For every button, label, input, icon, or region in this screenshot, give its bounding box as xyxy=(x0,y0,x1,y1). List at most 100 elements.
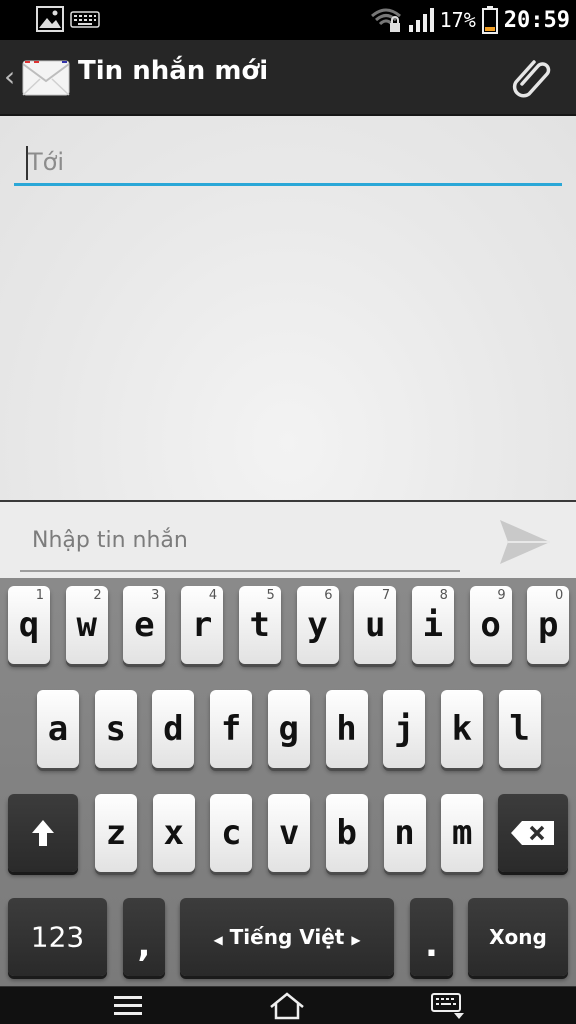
key-v[interactable]: v xyxy=(268,794,311,872)
key-f[interactable]: f xyxy=(210,690,253,768)
key-p[interactable]: p0 xyxy=(527,586,570,664)
key-label: x xyxy=(163,813,184,853)
shift-arrow-icon xyxy=(32,820,54,846)
key-h[interactable]: h xyxy=(325,690,368,768)
compose-bar: Nhập tin nhắn xyxy=(0,500,576,578)
key-label: q xyxy=(18,605,40,645)
page-title: Tin nhắn mới xyxy=(78,56,269,86)
send-icon[interactable] xyxy=(496,516,554,568)
keyboard-hide-icon[interactable] xyxy=(428,991,468,1021)
key-r[interactable]: r4 xyxy=(181,586,224,664)
comma-key-label: , xyxy=(137,924,151,965)
status-left-icons xyxy=(36,6,100,32)
menu-icon[interactable] xyxy=(108,991,148,1021)
keyboard-icon xyxy=(70,11,100,28)
key-label: n xyxy=(394,813,415,853)
key-hint: 3 xyxy=(151,588,160,603)
key-x[interactable]: x xyxy=(152,794,195,872)
key-label: b xyxy=(336,813,358,853)
done-key-label: Xong xyxy=(489,925,547,949)
paperclip-icon[interactable] xyxy=(508,54,556,102)
language-left-arrow-icon: ◀ xyxy=(213,933,223,947)
key-z[interactable]: z xyxy=(95,794,137,872)
home-icon[interactable] xyxy=(267,991,307,1021)
key-b[interactable]: b xyxy=(325,794,368,872)
key-hint: 1 xyxy=(35,588,44,603)
backspace-icon xyxy=(511,821,554,845)
recipient-input[interactable]: Tới xyxy=(14,144,562,186)
key-i[interactable]: i8 xyxy=(411,586,454,664)
key-label: e xyxy=(134,605,155,645)
key-c[interactable]: c xyxy=(210,794,253,872)
key-a[interactable]: a xyxy=(37,690,79,768)
key-label: c xyxy=(221,813,242,853)
key-u[interactable]: u7 xyxy=(354,586,397,664)
key-q[interactable]: q1 xyxy=(8,586,50,664)
key-e[interactable]: e3 xyxy=(123,586,166,664)
key-o[interactable]: o9 xyxy=(469,586,512,664)
recipient-area: Tới xyxy=(0,116,576,500)
numbers-key[interactable]: 123 xyxy=(8,898,107,976)
key-label: a xyxy=(47,709,69,749)
numbers-key-label: 123 xyxy=(30,920,85,954)
key-hint: 9 xyxy=(497,588,506,603)
keyboard: q1w2e3r4t5y6u7i8o9p0 asdfghjkl zxcvbnm 1… xyxy=(0,578,576,986)
key-n[interactable]: n xyxy=(383,794,426,872)
key-label: m xyxy=(451,813,473,853)
key-label: g xyxy=(278,709,300,749)
period-key[interactable]: . xyxy=(410,898,453,976)
key-y[interactable]: y6 xyxy=(296,586,339,664)
navigation-bar xyxy=(0,986,576,1024)
key-w[interactable]: w2 xyxy=(65,586,108,664)
key-hint: 4 xyxy=(208,588,218,603)
key-t[interactable]: t5 xyxy=(238,586,281,664)
key-hint: 7 xyxy=(381,588,391,603)
space-key-content: ◀ Tiếng Việt ▶ xyxy=(180,925,394,949)
status-bar: 17% 20:59 xyxy=(0,0,576,40)
key-d[interactable]: d xyxy=(152,690,195,768)
key-hint: 8 xyxy=(439,588,448,603)
key-hint: 5 xyxy=(266,588,275,603)
key-label: d xyxy=(163,709,184,749)
chevron-left-icon[interactable]: ‹ xyxy=(4,60,15,93)
key-label: s xyxy=(105,709,126,749)
key-g[interactable]: g xyxy=(267,690,310,768)
key-hint: 6 xyxy=(324,588,333,603)
key-m[interactable]: m xyxy=(441,794,484,872)
key-label: r xyxy=(191,605,213,645)
key-label: k xyxy=(451,709,473,749)
key-hint: 0 xyxy=(555,588,564,603)
key-label: u xyxy=(364,605,386,645)
signal-icon xyxy=(408,8,434,32)
key-k[interactable]: k xyxy=(440,690,483,768)
space-key[interactable]: ◀ Tiếng Việt ▶ xyxy=(180,898,394,976)
battery-icon xyxy=(481,6,498,34)
battery-percent: 17% xyxy=(439,8,476,32)
shift-key[interactable] xyxy=(8,794,78,872)
key-label: o xyxy=(480,605,501,645)
key-label: h xyxy=(336,709,357,749)
key-label: v xyxy=(278,813,300,853)
action-bar: ‹ Tin nhắn mới xyxy=(0,40,576,116)
backspace-key[interactable] xyxy=(498,794,568,872)
key-j[interactable]: j xyxy=(383,690,426,768)
language-right-arrow-icon: ▶ xyxy=(351,933,361,947)
key-l[interactable]: l xyxy=(498,690,541,768)
message-placeholder: Nhập tin nhắn xyxy=(32,528,188,553)
key-s[interactable]: s xyxy=(94,690,137,768)
image-icon xyxy=(36,6,64,32)
comma-key[interactable]: , xyxy=(123,898,165,976)
key-label: t xyxy=(249,605,271,645)
key-hint: 2 xyxy=(93,588,102,603)
key-label: i xyxy=(422,605,444,645)
recipient-placeholder: Tới xyxy=(28,148,65,176)
done-key[interactable]: Xong xyxy=(468,898,568,976)
space-key-label: Tiếng Việt xyxy=(229,925,345,949)
message-input[interactable]: Nhập tin nhắn xyxy=(20,516,460,572)
key-label: j xyxy=(393,709,415,749)
envelope-icon[interactable] xyxy=(22,53,70,103)
wifi-icon xyxy=(370,8,401,32)
status-time: 20:59 xyxy=(503,7,570,33)
period-key-label: . xyxy=(425,924,438,965)
status-right-icons: 17% 20:59 xyxy=(370,4,570,36)
